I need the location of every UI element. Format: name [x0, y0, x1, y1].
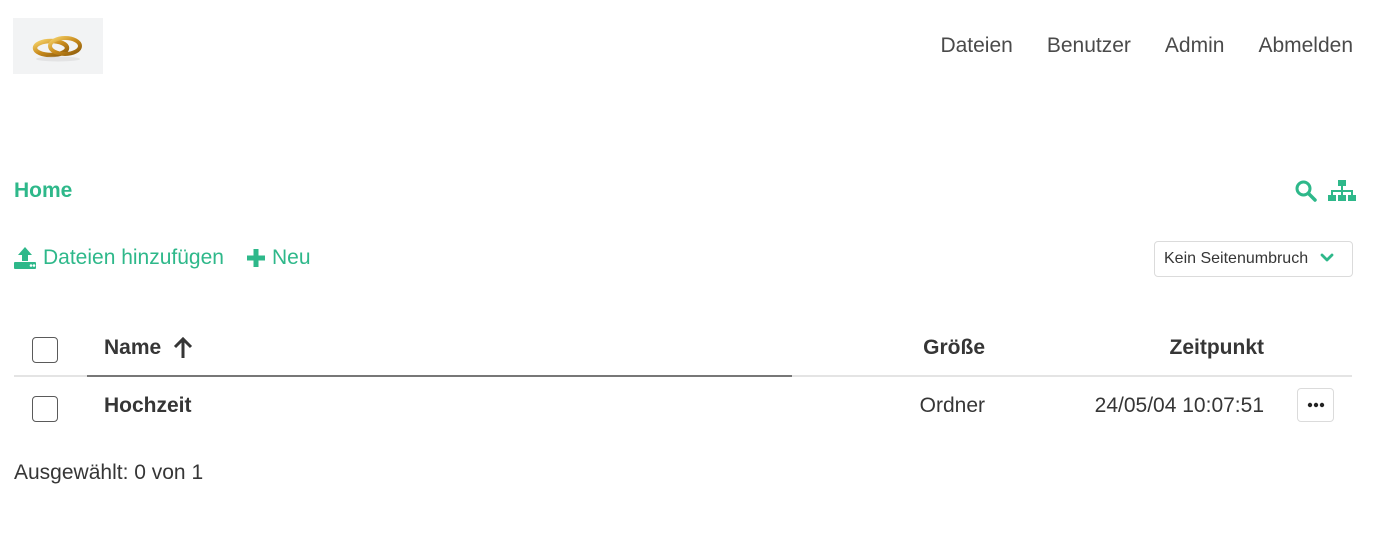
breadcrumb-home[interactable]: Home — [14, 179, 72, 203]
nav-item-admin[interactable]: Admin — [1165, 34, 1225, 58]
column-name-label: Name — [104, 336, 162, 359]
ellipsis-icon — [1307, 402, 1324, 408]
file-actions: Dateien hinzufügen Neu — [13, 246, 311, 270]
chevron-down-icon — [1320, 251, 1334, 265]
column-header-time[interactable]: Zeitpunkt — [1170, 336, 1265, 360]
upload-icon — [14, 247, 36, 269]
new-button[interactable]: Neu — [246, 246, 311, 270]
row-more-button[interactable] — [1297, 388, 1334, 422]
pagination-select-value: Kein Seitenumbruch — [1164, 250, 1309, 267]
logo[interactable] — [13, 18, 103, 74]
column-header-size[interactable]: Größe — [923, 336, 985, 360]
top-nav: Dateien Benutzer Admin Abmelden — [940, 34, 1353, 58]
add-files-button[interactable]: Dateien hinzufügen — [13, 246, 224, 270]
search-icon[interactable] — [1294, 179, 1318, 203]
column-header-name[interactable]: Name — [104, 336, 193, 360]
row-size: Ordner — [919, 394, 985, 417]
wedding-rings-logo — [32, 36, 82, 62]
sort-indicator-line — [87, 375, 792, 377]
select-all-checkbox[interactable] — [32, 337, 58, 363]
nav-item-abmelden[interactable]: Abmelden — [1258, 34, 1353, 58]
sitemap-icon[interactable] — [1328, 179, 1356, 203]
row-name-link[interactable]: Hochzeit — [104, 394, 192, 418]
nav-item-dateien[interactable]: Dateien — [940, 34, 1012, 58]
toolbar-icons — [1294, 179, 1356, 203]
row-time: 24/05/04 10:07:51 — [1094, 394, 1264, 417]
nav-item-benutzer[interactable]: Benutzer — [1047, 34, 1131, 58]
arrow-up-icon — [174, 337, 193, 358]
plus-icon — [246, 249, 265, 267]
selection-status: Ausgewählt: 0 von 1 — [14, 461, 204, 484]
row-checkbox[interactable] — [32, 396, 58, 422]
new-label: Neu — [271, 246, 311, 269]
pagination-select[interactable]: Kein Seitenumbruch — [1154, 241, 1353, 277]
add-files-label: Dateien hinzufügen — [43, 246, 224, 269]
